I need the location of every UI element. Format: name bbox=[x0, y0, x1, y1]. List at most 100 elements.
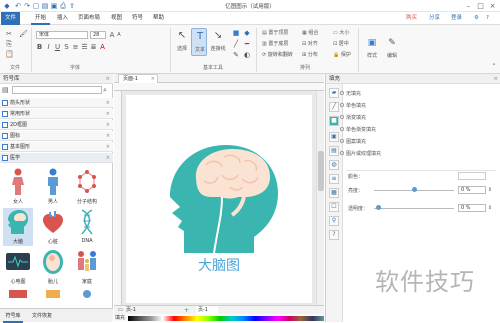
spin-icon[interactable]: ⇕ bbox=[487, 186, 493, 194]
menu-page-layout[interactable]: 页面布局 bbox=[74, 12, 104, 25]
shape-fetus[interactable]: 胎儿 bbox=[38, 248, 68, 286]
menu-file[interactable]: 文件 bbox=[1, 12, 21, 25]
distribute-button[interactable]: ⊞ 分布 bbox=[302, 51, 318, 58]
upgrade-link[interactable]: 购买 bbox=[402, 12, 421, 25]
layer-tab-icon[interactable]: ≡ bbox=[329, 174, 339, 184]
category-basic-shapes[interactable]: 基本图形 × bbox=[0, 142, 113, 152]
rectangle-icon[interactable]: ■ bbox=[232, 29, 240, 37]
align-button[interactable]: ⊟ 对齐 bbox=[302, 40, 318, 47]
text-tool-button[interactable]: T 文本 bbox=[191, 28, 207, 56]
edit-button[interactable]: ✎ 编辑 bbox=[384, 35, 400, 63]
center-button[interactable]: ⊡ 居中 bbox=[333, 40, 349, 47]
menu-home[interactable]: 开始 bbox=[31, 12, 51, 25]
help-icon[interactable]: ? bbox=[482, 12, 493, 25]
fill-tab-icon[interactable]: ▰ bbox=[329, 88, 339, 98]
numbered-list-icon[interactable]: ☰ bbox=[81, 43, 88, 51]
font-color-icon[interactable]: A bbox=[99, 43, 106, 51]
help-tab-icon[interactable]: ? bbox=[329, 230, 339, 240]
grow-font-icon[interactable]: A bbox=[109, 31, 115, 39]
shadow-tab-icon[interactable]: ■ bbox=[329, 116, 339, 126]
close-tab-icon[interactable]: × bbox=[151, 75, 155, 83]
fill-option-gradient[interactable]: 渐变填充 bbox=[340, 114, 366, 121]
font-family-select[interactable]: 宋体 bbox=[36, 31, 88, 39]
shape-partial-1[interactable] bbox=[3, 288, 33, 298]
collapse-ribbon-icon[interactable]: ˄ bbox=[490, 63, 498, 71]
bring-front-button[interactable]: ▤ 置于顶层 bbox=[262, 29, 288, 36]
scroll-thumb[interactable] bbox=[318, 151, 324, 191]
menu-insert[interactable]: 插入 bbox=[53, 12, 72, 25]
document-tab[interactable]: 页面-1 × bbox=[118, 74, 158, 83]
italic-icon[interactable]: I bbox=[45, 43, 52, 51]
image-tab-icon[interactable]: ▣ bbox=[329, 132, 339, 142]
page-tab-icon[interactable]: ▤ bbox=[329, 146, 339, 156]
line-style-icon[interactable]: ━ bbox=[243, 40, 251, 48]
close-category-icon[interactable]: × bbox=[106, 120, 110, 130]
transparency-slider[interactable] bbox=[374, 208, 454, 209]
pen-icon[interactable]: ✎ bbox=[232, 51, 240, 59]
line-icon[interactable]: ╱ bbox=[232, 40, 240, 48]
color-picker[interactable] bbox=[458, 172, 486, 180]
protect-button[interactable]: 🔒 保护 bbox=[333, 51, 351, 58]
shape-molecule[interactable]: 分子结构 bbox=[72, 168, 102, 206]
line-tab-icon[interactable]: ╱ bbox=[329, 102, 339, 112]
shape-woman[interactable]: 女人 bbox=[3, 168, 33, 206]
style-button[interactable]: ▣ 样式 bbox=[364, 35, 380, 63]
close-category-icon[interactable]: × bbox=[106, 142, 110, 152]
brightness-slider-thumb[interactable] bbox=[412, 187, 417, 192]
fill-option-pattern[interactable]: 图案填充 bbox=[340, 138, 366, 145]
close-panel-icon[interactable]: × bbox=[493, 74, 498, 84]
select-tool-button[interactable]: ↖ 选择 bbox=[175, 28, 189, 56]
menu-symbols[interactable]: 符号 bbox=[128, 12, 147, 25]
close-category-icon[interactable]: × bbox=[106, 153, 110, 163]
transparency-slider-thumb[interactable] bbox=[376, 205, 381, 210]
maximize-icon[interactable]: □ bbox=[476, 1, 485, 11]
shape-partial-2[interactable] bbox=[38, 288, 68, 298]
shape-dna[interactable]: DNA bbox=[72, 208, 102, 246]
brightness-input[interactable]: 0 % bbox=[458, 186, 486, 194]
bold-icon[interactable]: B bbox=[36, 43, 43, 51]
tab-symbol-library[interactable]: 符号库 bbox=[3, 309, 23, 323]
shape-ecg[interactable]: 心电图 bbox=[3, 248, 33, 286]
cut-icon[interactable]: ✂ bbox=[5, 30, 13, 38]
attach-tab-icon[interactable]: ⚲ bbox=[329, 216, 339, 226]
search-icon[interactable]: ⌕ bbox=[103, 86, 111, 94]
transparency-input[interactable]: 0 % bbox=[458, 204, 486, 212]
shrink-font-icon[interactable]: A bbox=[116, 31, 122, 39]
category-medical[interactable]: 医学 × bbox=[0, 153, 113, 163]
category-arrows[interactable]: 箭头形状 × bbox=[0, 98, 113, 108]
connector-tool-button[interactable]: ↘ 连接线 bbox=[209, 28, 227, 56]
library-menu-icon[interactable]: ▤ bbox=[2, 86, 10, 94]
minimize-icon[interactable]: – bbox=[464, 1, 473, 11]
close-icon[interactable]: × bbox=[488, 1, 497, 11]
format-painter-icon[interactable]: 🖌 bbox=[19, 30, 28, 38]
shadow-icon[interactable]: ◐ bbox=[243, 51, 251, 59]
category-icons[interactable]: 图标 × bbox=[0, 131, 113, 141]
share-link[interactable]: 分享 bbox=[425, 12, 444, 25]
strike-icon[interactable]: S bbox=[63, 43, 70, 51]
menu-view[interactable]: 视图 bbox=[107, 12, 126, 25]
underline-icon[interactable]: U bbox=[54, 43, 61, 51]
shape-heart[interactable]: 心脏 bbox=[38, 208, 68, 246]
vertical-scrollbar[interactable] bbox=[316, 91, 324, 305]
rotate-flip-button[interactable]: ⟳ 旋转和翻转 bbox=[262, 51, 293, 58]
menu-help[interactable]: 帮助 bbox=[149, 12, 168, 25]
copy-icon[interactable]: ⎘ bbox=[5, 40, 13, 48]
category-common[interactable]: 常用形状 × bbox=[0, 109, 113, 119]
fill-option-image[interactable]: 图片或纹理填充 bbox=[340, 150, 381, 157]
close-category-icon[interactable]: × bbox=[106, 109, 110, 119]
fill-option-solid[interactable]: 单色填充 bbox=[340, 102, 366, 109]
close-category-icon[interactable]: × bbox=[106, 98, 110, 108]
align-icon[interactable]: ≣ bbox=[90, 43, 97, 51]
diagram-title[interactable]: 大脑图 bbox=[126, 255, 312, 275]
close-category-icon[interactable]: × bbox=[106, 131, 110, 141]
paste-icon[interactable]: 📋 bbox=[5, 50, 14, 58]
close-panel-icon[interactable]: × bbox=[105, 74, 110, 84]
send-back-button[interactable]: ▥ 置于底层 bbox=[262, 40, 288, 47]
shape-partial-3[interactable] bbox=[72, 288, 102, 298]
login-link[interactable]: 登录 bbox=[447, 12, 466, 25]
fill-icon[interactable]: ◆ bbox=[243, 29, 251, 37]
tab-file-recovery[interactable]: 文件恢复 bbox=[28, 309, 56, 323]
shape-man[interactable]: 男人 bbox=[38, 168, 68, 206]
library-search-input[interactable] bbox=[12, 86, 102, 94]
font-size-select[interactable]: 28 bbox=[90, 31, 106, 39]
